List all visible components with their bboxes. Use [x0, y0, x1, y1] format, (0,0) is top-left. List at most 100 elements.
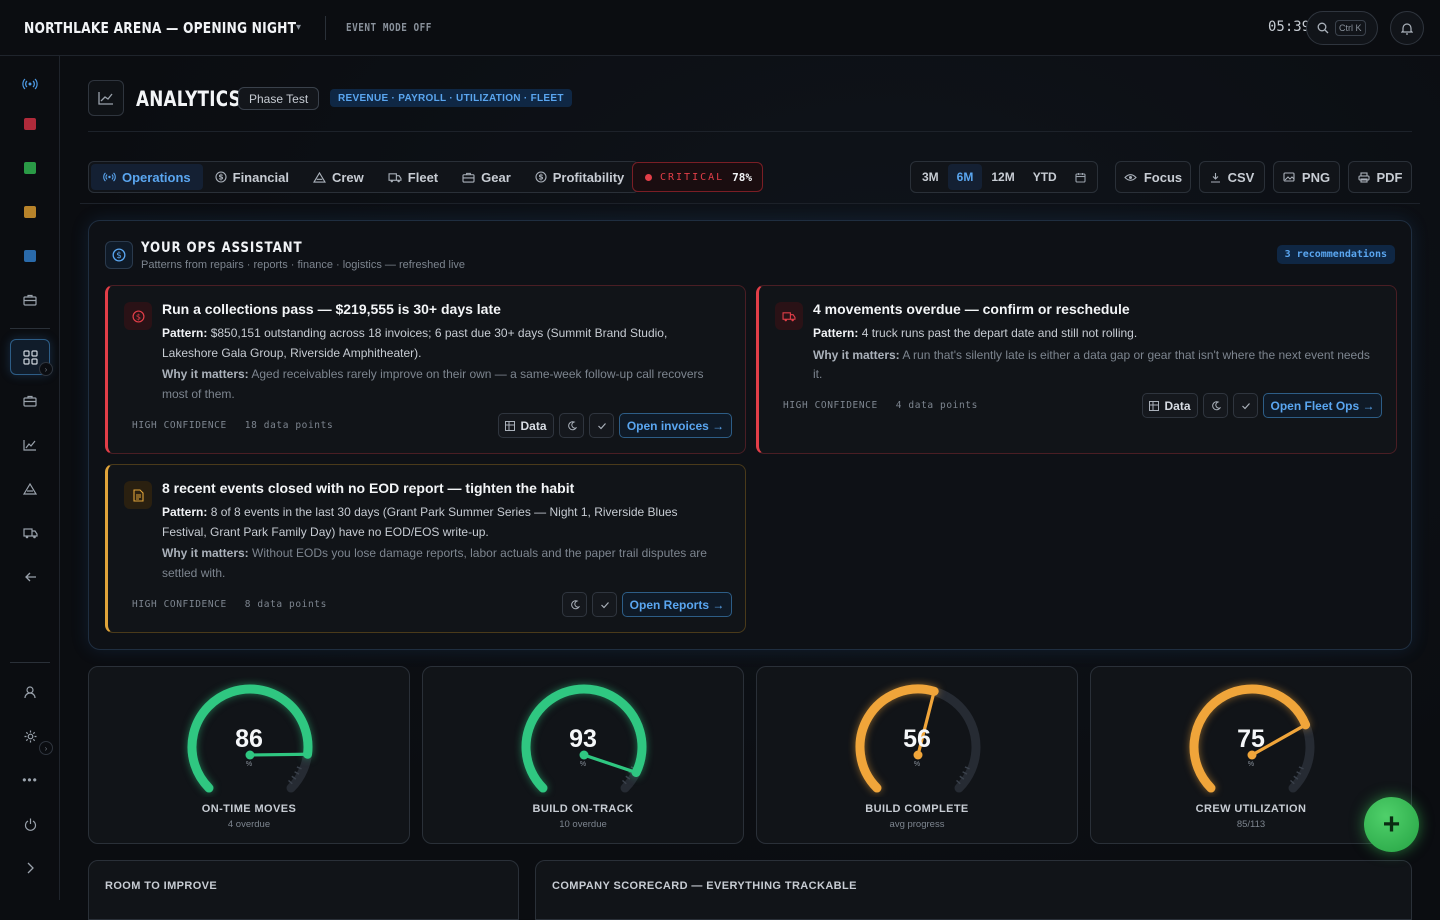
chevron-right-icon[interactable]: › [39, 362, 53, 376]
tab-operations[interactable]: Operations [91, 164, 203, 190]
gauge-card-crew-utilization[interactable]: 75 % CREW UTILIZATION 85/113 [1090, 666, 1412, 844]
card-icon [124, 481, 152, 509]
tab-fleet[interactable]: Fleet [376, 164, 450, 190]
calendar-button[interactable] [1066, 164, 1095, 190]
sidebar-item-amber[interactable] [10, 194, 50, 230]
card-title: Run a collections pass — $219,555 is 30+… [162, 301, 501, 317]
data-button[interactable]: Data [498, 413, 554, 438]
blue-status-icon [24, 250, 36, 262]
csv-button[interactable]: CSV [1199, 161, 1265, 193]
sidebar-item-live[interactable] [10, 66, 50, 102]
pattern-label: Pattern: [162, 326, 208, 340]
tent-icon [313, 171, 326, 183]
sidebar-item-fleet[interactable] [10, 515, 50, 551]
sidebar-item-blue[interactable] [10, 238, 50, 274]
sidebar-divider [10, 662, 50, 663]
grid-icon [22, 349, 38, 365]
event-title[interactable]: NORTHLAKE ARENA — OPENING NIGHT [24, 19, 296, 37]
analytics-page-icon [88, 80, 124, 116]
panel-title: COMPANY SCORECARD — EVERYTHING TRACKABLE [552, 880, 857, 892]
critical-score-badge[interactable]: CRITICAL 78% [632, 162, 763, 192]
gauge-card-build-complete[interactable]: 56 % BUILD COMPLETE avg progress [756, 666, 1078, 844]
add-button[interactable]: + [1364, 797, 1419, 852]
tab-financial[interactable]: $ Financial [203, 164, 301, 190]
gauge-unit: % [913, 761, 921, 768]
why-label: Why it matters: [162, 367, 249, 381]
ops-assistant-panel: $ YOUR OPS ASSISTANT Patterns from repai… [88, 220, 1412, 650]
card-title: 4 movements overdue — confirm or resched… [813, 301, 1130, 317]
confidence-label: HIGH CONFIDENCE [132, 420, 227, 431]
svg-text:$: $ [538, 173, 543, 182]
snooze-button[interactable] [1203, 393, 1228, 418]
download-icon [1210, 172, 1220, 183]
card-body: Pattern: $850,151 outstanding across 18 … [162, 324, 722, 404]
open-invoices-button[interactable]: Open invoices → [619, 413, 732, 438]
pattern-label: Pattern: [162, 505, 208, 519]
notifications-button[interactable] [1390, 11, 1424, 45]
sidebar-item-jobs[interactable] [10, 282, 50, 318]
snooze-button[interactable] [559, 413, 584, 438]
range-3m[interactable]: 3M [913, 164, 948, 190]
briefcase-icon [23, 294, 37, 306]
chevron-right-icon[interactable]: › [39, 741, 53, 755]
moon-icon [1211, 400, 1221, 410]
sidebar-item-logout[interactable] [10, 806, 50, 842]
company-scorecard-panel: COMPANY SCORECARD — EVERYTHING TRACKABLE [535, 860, 1412, 920]
tab-gear[interactable]: Gear [450, 164, 523, 190]
gauge-value: 93 [569, 725, 597, 753]
gauge-card-build-on-track[interactable]: 93 % BUILD ON-TRACK 10 overdue [422, 666, 744, 844]
phase-badge[interactable]: Phase Test [238, 87, 320, 110]
signal-icon [22, 78, 38, 90]
range-12m[interactable]: 12M [982, 164, 1023, 190]
svg-text:$: $ [135, 311, 140, 321]
gauge-card-on-time-moves[interactable]: 86 % ON-TIME MOVES 4 overdue [88, 666, 410, 844]
sidebar-item-red[interactable] [10, 106, 50, 142]
sidebar-expand[interactable] [10, 850, 50, 886]
dismiss-check-button[interactable] [592, 592, 617, 617]
tab-profitability[interactable]: $ Profitability [523, 164, 637, 190]
card-pattern: Pattern: $850,151 outstanding across 18 … [162, 324, 722, 363]
chevron-right-icon [27, 862, 34, 874]
chevron-down-icon[interactable]: ▾ [296, 22, 301, 33]
pattern-text: 4 truck runs past the depart date and st… [861, 326, 1138, 340]
data-points: 4 data points [895, 400, 978, 411]
pattern-label: Pattern: [813, 326, 859, 340]
assistant-subtitle: Patterns from repairs · reports · financ… [141, 259, 466, 271]
recommendation-card: 8 recent events closed with no EOD repor… [105, 464, 746, 633]
data-button[interactable]: Data [1142, 393, 1198, 418]
tab-crew[interactable]: Crew [301, 164, 376, 190]
range-6m[interactable]: 6M [947, 164, 983, 190]
focus-button[interactable]: Focus [1115, 161, 1191, 193]
range-ytd[interactable]: YTD [1024, 164, 1066, 190]
recommendations-badge[interactable]: 3 recommendations [1276, 245, 1395, 264]
eye-icon [1124, 173, 1137, 181]
check-icon [600, 601, 609, 608]
open-reports-button[interactable]: Open Reports → [622, 592, 732, 617]
more-icon[interactable]: ••• [10, 762, 50, 798]
sidebar-item-analytics[interactable] [10, 427, 50, 463]
pdf-button[interactable]: PDF [1348, 161, 1412, 193]
png-button[interactable]: PNG [1273, 161, 1340, 193]
sidebar-item-inventory[interactable] [10, 383, 50, 419]
svg-text:$: $ [116, 251, 122, 261]
event-mode-toggle[interactable]: EVENT MODE OFF [346, 21, 432, 34]
sidebar-item-green[interactable] [10, 150, 50, 186]
table-icon [505, 420, 516, 431]
search-button[interactable]: Ctrl K [1306, 11, 1378, 45]
gauge-label: BUILD ON-TRACK [532, 803, 634, 815]
card-title: 8 recent events closed with no EOD repor… [162, 480, 575, 496]
sidebar-item-crew[interactable] [10, 471, 50, 507]
snooze-button[interactable] [562, 592, 587, 617]
card-meta: HIGH CONFIDENCE 8 data points [132, 599, 327, 610]
tab-label: Financial [232, 169, 289, 185]
open-fleet-ops-button[interactable]: Open Fleet Ops → [1263, 393, 1382, 418]
user-icon [24, 685, 36, 698]
why-label: Why it matters: [813, 347, 900, 362]
gauge-value: 86 [235, 725, 263, 753]
sidebar-item-back[interactable] [10, 559, 50, 595]
sidebar-item-profile[interactable] [10, 674, 50, 710]
dismiss-check-button[interactable] [589, 413, 614, 438]
dismiss-check-button[interactable] [1233, 393, 1258, 418]
gauge-unit: % [1247, 761, 1255, 768]
check-icon [1241, 402, 1250, 409]
